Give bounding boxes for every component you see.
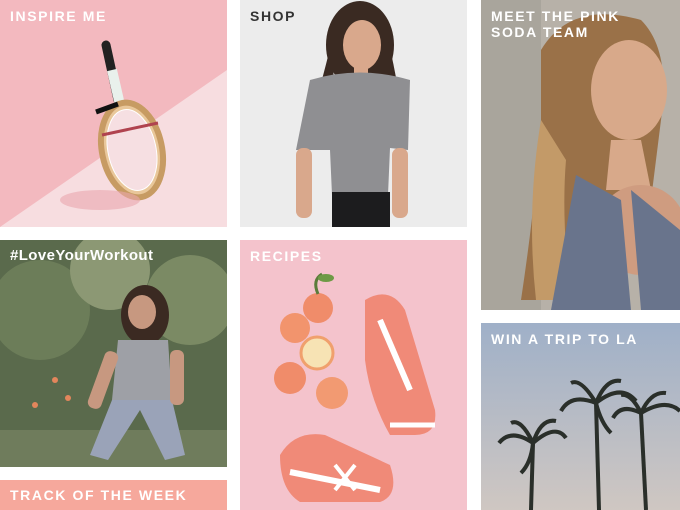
tile-label-recipes: RECIPES: [250, 248, 323, 264]
tile-label-team-line1: MEET THE PINK: [491, 8, 620, 24]
tile-label-team-line2: SODA TEAM: [491, 24, 589, 40]
team-image: [481, 0, 680, 310]
tile-recipes[interactable]: RECIPES: [240, 240, 467, 510]
tile-track-of-the-week[interactable]: TRACK OF THE WEEK: [0, 480, 227, 510]
inspire-image: [0, 0, 227, 227]
trip-image: [481, 323, 680, 510]
workout-image: [0, 240, 227, 467]
tile-inspire-me[interactable]: INSPIRE ME: [0, 0, 227, 227]
tile-label-track: TRACK OF THE WEEK: [10, 487, 188, 503]
tile-shop[interactable]: SHOP: [240, 0, 467, 227]
tile-label-team: MEET THE PINK SODA TEAM: [491, 8, 620, 40]
tile-label-trip: WIN A TRIP TO LA: [491, 331, 638, 347]
tile-label-workout: #LoveYourWorkout: [10, 247, 154, 264]
recipes-image: [240, 240, 467, 510]
tile-meet-team[interactable]: MEET THE PINK SODA TEAM: [481, 0, 680, 310]
tile-win-trip[interactable]: WIN A TRIP TO LA: [481, 323, 680, 510]
shop-image: [240, 0, 467, 227]
tile-love-your-workout[interactable]: #LoveYourWorkout: [0, 240, 227, 467]
tile-label-shop: SHOP: [250, 8, 297, 24]
tile-label-inspire: INSPIRE ME: [10, 8, 107, 24]
